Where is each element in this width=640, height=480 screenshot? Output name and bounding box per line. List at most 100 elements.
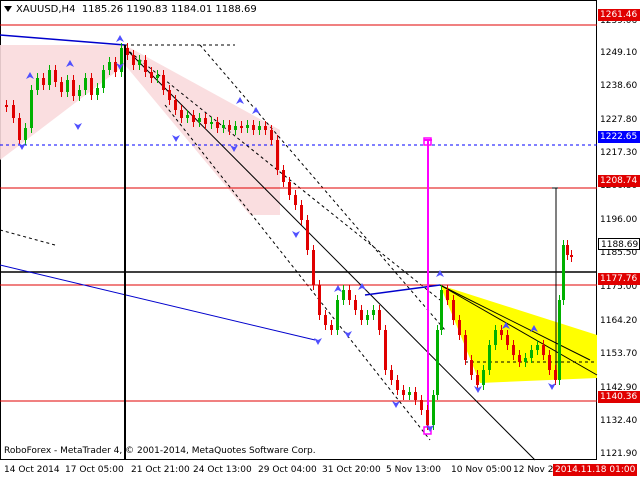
candle-body: [222, 125, 225, 128]
chart-title: XAUUSD,H4 1185.26 1190.83 1184.01 1188.6…: [4, 4, 257, 15]
candle-body: [558, 300, 561, 380]
candle-body: [174, 100, 177, 110]
candle-body: [300, 205, 303, 220]
candle-body: [452, 300, 455, 320]
candle-body: [72, 80, 75, 96]
candle-body: [258, 126, 261, 130]
candle-body: [518, 355, 521, 362]
candle-body: [530, 350, 533, 358]
candle-body: [252, 125, 255, 130]
candle-body: [342, 290, 345, 300]
candle-body: [54, 70, 57, 82]
candle-body: [78, 90, 81, 96]
candle-body: [464, 335, 467, 360]
candle-body: [156, 75, 159, 78]
time-tick: 17 Oct 05:00: [65, 465, 124, 475]
price-level-label: 1140.36: [598, 390, 640, 403]
candle-body: [270, 130, 273, 140]
candle-body: [240, 126, 243, 128]
time-tick: 21 Oct 21:00: [131, 465, 190, 475]
candle-body: [48, 70, 51, 85]
candle-body: [402, 390, 405, 395]
price-tick: 1238.60: [600, 80, 638, 91]
time-tick: 12 Nov 2: [513, 465, 554, 475]
candle-body: [288, 182, 291, 195]
symbol-label: XAUUSD,H4: [16, 4, 76, 15]
price-level-label: 1177.76: [598, 272, 640, 285]
candle-body: [126, 48, 129, 55]
candle-body: [446, 290, 449, 300]
candle-body: [372, 310, 375, 315]
candle-body: [330, 325, 333, 330]
time-tick: 24 Oct 13:00: [193, 465, 252, 475]
time-tick: 10 Nov 05:00: [451, 465, 512, 475]
candle-body: [198, 118, 201, 122]
price-level-label: 1188.69: [598, 238, 640, 251]
candle-body: [420, 400, 423, 410]
price-tick: 1164.20: [600, 315, 638, 326]
candle-body: [186, 115, 189, 118]
time-cursor-label: 2014.11.18 01:00: [553, 464, 638, 476]
candle-body: [30, 90, 33, 128]
candle-body: [458, 320, 461, 335]
time-tick: 29 Oct 04:00: [258, 465, 317, 475]
candle-body: [348, 290, 351, 300]
candle-body: [162, 75, 165, 90]
candle-body: [566, 245, 569, 255]
candle-body: [408, 392, 411, 395]
candle-body: [318, 285, 321, 315]
candle-body: [536, 345, 539, 350]
candle-body: [5, 105, 8, 107]
candle-body: [276, 140, 279, 170]
dropdown-triangle-icon[interactable]: [4, 6, 12, 12]
price-tick: 1132.40: [600, 415, 638, 426]
candle-body: [168, 90, 171, 100]
candle-body: [432, 395, 435, 425]
candle-body: [436, 330, 439, 395]
candle-body: [96, 88, 99, 95]
candle-body: [506, 335, 509, 345]
candle-body: [138, 60, 141, 65]
candle-body: [264, 126, 267, 130]
price-level-label: 1261.46: [598, 8, 640, 21]
price-tick: 1217.30: [600, 148, 638, 159]
time-tick: 31 Oct 20:00: [322, 465, 381, 475]
candle-body: [390, 370, 393, 380]
candle-body: [562, 245, 565, 300]
candle-body: [426, 410, 429, 425]
candle-body: [360, 310, 363, 320]
candle-body: [234, 126, 237, 130]
price-tick: 1249.10: [600, 47, 638, 58]
candle-body: [36, 78, 39, 90]
candle-body: [24, 128, 27, 140]
candle-body: [210, 122, 213, 124]
candle-body: [18, 118, 21, 140]
price-tick: 1196.00: [600, 215, 638, 226]
candle-body: [90, 78, 93, 95]
chart-window[interactable]: XAUUSD,H4 1185.26 1190.83 1184.01 1188.6…: [0, 0, 640, 480]
candle-body: [132, 55, 135, 65]
candle-body: [108, 62, 111, 70]
time-tick: 5 Nov 13:00: [386, 465, 441, 475]
candle-body: [12, 105, 15, 118]
candle-body: [512, 345, 515, 355]
candle-body: [282, 170, 285, 182]
candle-body: [180, 110, 183, 118]
candle-body: [312, 250, 315, 285]
candle-body: [324, 315, 327, 325]
candle-body: [414, 392, 417, 400]
candle-body: [354, 300, 357, 310]
candle-body: [542, 345, 545, 355]
candle-body: [476, 375, 479, 385]
candle-body: [482, 370, 485, 385]
candle-body: [294, 195, 297, 205]
price-chart[interactable]: [0, 0, 640, 480]
candle-body: [306, 220, 309, 250]
time-tick: 14 Oct 2014: [4, 465, 60, 475]
candle-body: [60, 82, 63, 92]
candle-body: [548, 355, 551, 370]
price-tick: 1121.90: [600, 449, 638, 459]
price-level-label: 1222.65: [598, 131, 640, 144]
candle-body: [494, 330, 497, 345]
candle-body: [192, 115, 195, 122]
